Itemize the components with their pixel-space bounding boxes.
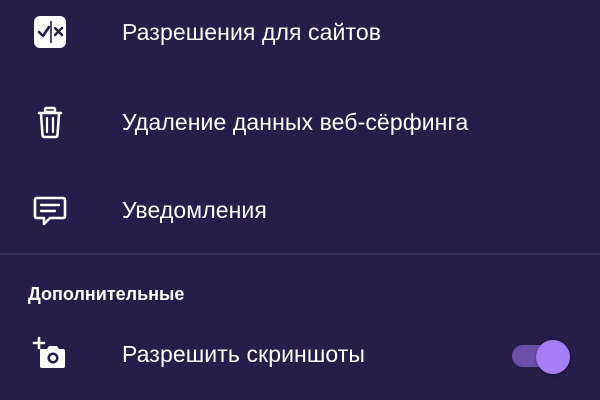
allow-screenshots-toggle[interactable] xyxy=(512,340,570,374)
settings-item-label: Разрешения для сайтов xyxy=(122,19,382,45)
settings-item-label: Разрешить скриншоты xyxy=(122,341,366,367)
settings-item-notifications[interactable]: Уведомления xyxy=(0,174,600,246)
settings-item-delete-browsing-data[interactable]: Удаление данных веб-сёрфинга xyxy=(0,86,600,158)
settings-item-label: Уведомления xyxy=(122,197,267,223)
settings-item-label: Удаление данных веб-сёрфинга xyxy=(122,109,469,135)
section-divider xyxy=(0,253,600,255)
site-permissions-icon xyxy=(34,16,66,48)
settings-screen: Разрешения для сайтов Удаление данных ве… xyxy=(0,0,600,400)
section-header-advanced: Дополнительные xyxy=(28,284,185,304)
camera-add-icon xyxy=(32,336,65,368)
settings-item-site-permissions[interactable]: Разрешения для сайтов xyxy=(0,0,600,68)
notification-message-icon xyxy=(33,196,67,226)
trash-icon xyxy=(37,106,63,139)
toggle-thumb xyxy=(536,340,570,374)
settings-item-allow-screenshots[interactable]: Разрешить скриншоты xyxy=(0,318,600,390)
